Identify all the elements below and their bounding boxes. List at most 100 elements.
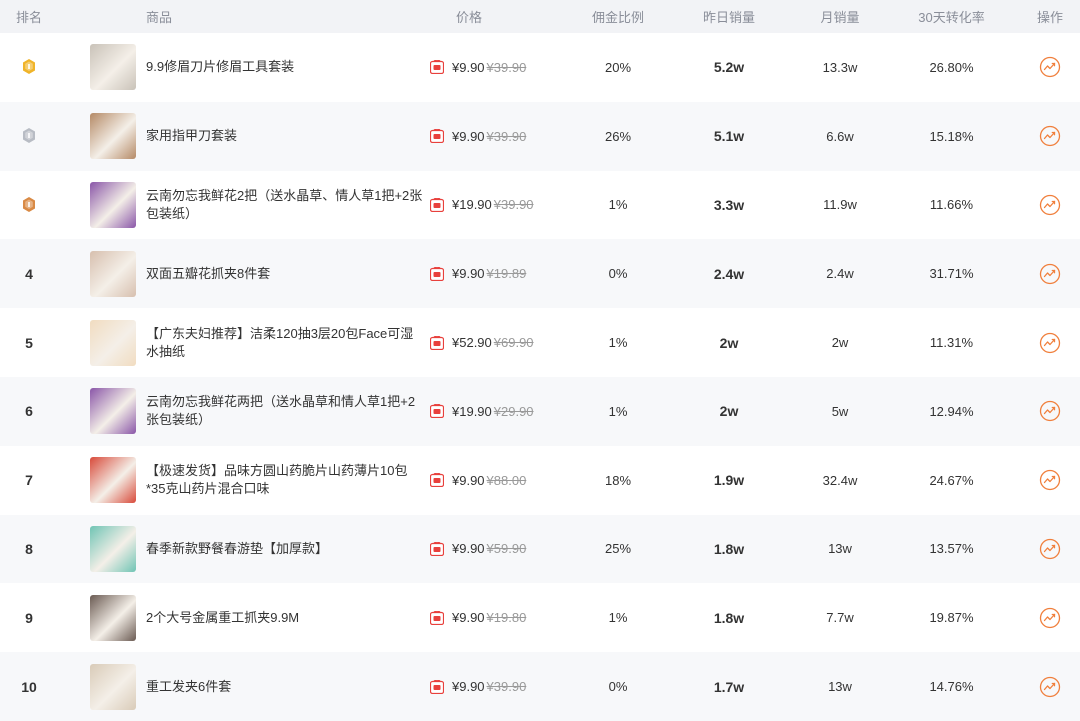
- product-thumbnail[interactable]: [90, 113, 136, 160]
- commission-rate: 1%: [608, 335, 628, 351]
- trend-chart-icon[interactable]: [1039, 538, 1061, 560]
- product-name[interactable]: 家用指甲刀套装: [146, 127, 424, 145]
- commission-rate: 0%: [608, 266, 628, 282]
- product-cell[interactable]: 重工发夹6件套: [58, 663, 430, 710]
- product-thumbnail[interactable]: [90, 525, 136, 572]
- table-row[interactable]: 云南勿忘我鲜花2把（送水晶草、情人草1把+2张包装纸） ¥19.90 ¥39.9…: [0, 171, 1080, 240]
- conversion-rate: 13.57%: [929, 541, 974, 557]
- current-price: ¥9.90: [452, 472, 485, 488]
- price-tag-icon: [430, 129, 444, 144]
- trend-chart-icon[interactable]: [1039, 469, 1061, 491]
- table-row[interactable]: 9 2个大号金属重工抓夹9.9M ¥9.90 ¥19.80 1% 1.8w 7.…: [0, 583, 1080, 652]
- table-row[interactable]: 家用指甲刀套装 ¥9.90 ¥39.90 26% 5.1w 6.6w 15.18…: [0, 101, 1080, 171]
- current-price: ¥9.90: [452, 266, 485, 282]
- trend-chart-icon[interactable]: [1039, 676, 1061, 698]
- current-price: ¥9.90: [452, 59, 485, 75]
- product-name[interactable]: 春季新款野餐春游垫【加厚款】: [146, 540, 424, 558]
- rank-cell: 4: [0, 266, 58, 282]
- product-cell[interactable]: 【极速发货】品味方圆山药脆片山药薄片10包*35克山药片混合口味: [58, 457, 430, 504]
- product-cell[interactable]: 2个大号金属重工抓夹9.9M: [58, 594, 430, 641]
- product-cell[interactable]: 云南勿忘我鲜花2把（送水晶草、情人草1把+2张包装纸）: [58, 181, 430, 228]
- current-price: ¥9.90: [452, 679, 485, 695]
- yesterday-sales: 5.1w: [713, 128, 745, 145]
- product-thumbnail[interactable]: [90, 250, 136, 297]
- trend-chart-icon[interactable]: [1039, 56, 1061, 78]
- product-thumbnail[interactable]: [90, 44, 136, 91]
- product-name[interactable]: 【极速发货】品味方圆山药脆片山药薄片10包*35克山药片混合口味: [146, 462, 424, 498]
- rank-number: 10: [21, 678, 37, 695]
- price-tag-icon: [430, 335, 444, 350]
- price-tag-icon: [430, 60, 444, 75]
- trend-chart-icon[interactable]: [1039, 125, 1061, 147]
- price-cell: ¥9.90 ¥39.90: [430, 60, 575, 75]
- monthly-sales: 2.4w: [826, 266, 854, 282]
- trend-chart-icon[interactable]: [1039, 194, 1061, 216]
- commission-rate: 20%: [604, 59, 632, 75]
- header-monthly-sales: 月销量: [820, 10, 860, 25]
- trend-chart-icon[interactable]: [1039, 607, 1061, 629]
- conversion-rate: 14.76%: [929, 679, 974, 695]
- action-cell: [1020, 469, 1080, 491]
- gold-medal-icon: [23, 59, 35, 75]
- product-thumbnail[interactable]: [90, 181, 136, 228]
- monthly-sales: 13w: [828, 541, 852, 557]
- product-thumbnail[interactable]: [90, 594, 136, 641]
- rank-number: 6: [25, 403, 33, 420]
- product-cell[interactable]: 春季新款野餐春游垫【加厚款】: [58, 525, 430, 572]
- product-name[interactable]: 9.9修眉刀片修眉工具套装: [146, 58, 424, 76]
- product-thumbnail[interactable]: [90, 663, 136, 710]
- product-cell[interactable]: 9.9修眉刀片修眉工具套装: [58, 44, 430, 91]
- product-name[interactable]: 云南勿忘我鲜花2把（送水晶草、情人草1把+2张包装纸）: [146, 187, 424, 223]
- commission-rate: 1%: [608, 610, 628, 626]
- product-name[interactable]: 2个大号金属重工抓夹9.9M: [146, 609, 424, 627]
- action-cell: [1020, 263, 1080, 285]
- table-row[interactable]: 5 【广东夫妇推荐】洁柔120抽3层20包Face可湿水抽纸 ¥52.90 ¥6…: [0, 308, 1080, 377]
- original-price: ¥19.89: [486, 266, 527, 282]
- original-price: ¥19.80: [486, 610, 527, 626]
- conversion-rate: 15.18%: [929, 128, 974, 144]
- product-cell[interactable]: 云南勿忘我鲜花两把（送水晶草和情人草1把+2张包装纸）: [58, 388, 430, 435]
- table-row[interactable]: 10 重工发夹6件套 ¥9.90 ¥39.90 0% 1.7w 13w 14.7…: [0, 652, 1080, 721]
- product-name[interactable]: 重工发夹6件套: [146, 678, 424, 696]
- table-row[interactable]: 4 双面五瓣花抓夹8件套 ¥9.90 ¥19.89 0% 2.4w 2.4w 3…: [0, 239, 1080, 309]
- product-cell[interactable]: 双面五瓣花抓夹8件套: [58, 250, 430, 297]
- product-cell[interactable]: 【广东夫妇推荐】洁柔120抽3层20包Face可湿水抽纸: [58, 319, 430, 366]
- current-price: ¥9.90: [452, 610, 485, 626]
- product-thumbnail[interactable]: [90, 319, 136, 366]
- product-name[interactable]: 【广东夫妇推荐】洁柔120抽3层20包Face可湿水抽纸: [146, 325, 424, 361]
- conversion-rate: 26.80%: [929, 59, 974, 75]
- yesterday-sales: 1.8w: [713, 540, 745, 557]
- current-price: ¥19.90: [452, 403, 492, 419]
- product-thumbnail[interactable]: [90, 457, 136, 504]
- table-row[interactable]: 7 【极速发货】品味方圆山药脆片山药薄片10包*35克山药片混合口味 ¥9.90…: [0, 446, 1080, 515]
- yesterday-sales: 1.7w: [713, 678, 745, 695]
- product-name[interactable]: 双面五瓣花抓夹8件套: [146, 265, 424, 283]
- trend-chart-icon[interactable]: [1039, 400, 1061, 422]
- rank-cell: [0, 58, 58, 76]
- product-cell[interactable]: 家用指甲刀套装: [58, 113, 430, 160]
- sales-ranking-table: 排名 商品 价格 佣金比例 昨日销量 月销量 30天转化率 操作 9.9修眉刀片…: [0, 0, 1080, 721]
- yesterday-sales: 3.3w: [713, 196, 745, 213]
- monthly-sales: 13w: [828, 679, 852, 695]
- price-cell: ¥9.90 ¥19.80: [430, 610, 575, 625]
- table-row[interactable]: 9.9修眉刀片修眉工具套装 ¥9.90 ¥39.90 20% 5.2w 13.3…: [0, 33, 1080, 102]
- table-row[interactable]: 8 春季新款野餐春游垫【加厚款】 ¥9.90 ¥59.90 25% 1.8w 1…: [0, 514, 1080, 584]
- product-name[interactable]: 云南勿忘我鲜花两把（送水晶草和情人草1把+2张包装纸）: [146, 393, 424, 429]
- trend-chart-icon[interactable]: [1039, 263, 1061, 285]
- trend-chart-icon[interactable]: [1039, 332, 1061, 354]
- monthly-sales: 13.3w: [822, 59, 858, 75]
- monthly-sales: 5w: [831, 403, 849, 419]
- table-header: 排名 商品 价格 佣金比例 昨日销量 月销量 30天转化率 操作: [0, 0, 1080, 33]
- conversion-rate: 19.87%: [929, 610, 974, 626]
- price-cell: ¥9.90 ¥19.89: [430, 266, 575, 281]
- table-row[interactable]: 6 云南勿忘我鲜花两把（送水晶草和情人草1把+2张包装纸） ¥19.90 ¥29…: [0, 376, 1080, 446]
- commission-rate: 1%: [608, 403, 628, 419]
- original-price: ¥29.90: [493, 403, 534, 419]
- price-tag-icon: [430, 610, 444, 625]
- price-tag-icon: [430, 541, 444, 556]
- current-price: ¥9.90: [452, 128, 485, 144]
- price-tag-icon: [430, 197, 444, 212]
- product-thumbnail[interactable]: [90, 388, 136, 435]
- price-tag-icon: [430, 473, 444, 488]
- original-price: ¥39.90: [486, 128, 527, 144]
